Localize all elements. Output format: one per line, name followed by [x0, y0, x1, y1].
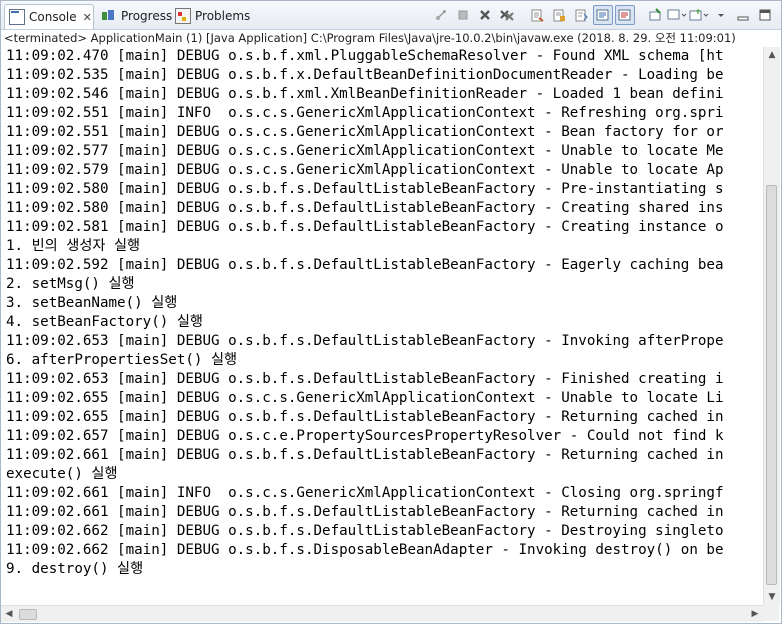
tab-progress-label: Progress: [121, 9, 173, 23]
console-line: 11:09:02.579 [main] DEBUG o.s.c.s.Generi…: [6, 162, 724, 178]
vertical-scroll-thumb[interactable]: [766, 185, 777, 585]
console-icon: [9, 9, 25, 25]
console-line: 11:09:02.655 [main] DEBUG o.s.c.s.Generi…: [6, 390, 724, 406]
display-selected-console-icon[interactable]: [667, 5, 687, 25]
console-line: 11:09:02.653 [main] DEBUG o.s.b.f.s.Defa…: [6, 371, 724, 387]
remove-all-terminated-icon[interactable]: [497, 5, 517, 25]
view-tab-bar: Console ✕ Progress Problems: [1, 1, 781, 30]
console-line: 11:09:02.551 [main] INFO o.s.c.s.Generic…: [6, 105, 724, 121]
scroll-lock-icon[interactable]: [549, 5, 569, 25]
scroll-down-icon[interactable]: ▼: [764, 589, 780, 605]
console-line: 11:09:02.661 [main] INFO o.s.c.s.Generic…: [6, 485, 724, 501]
console-line: 11:09:02.653 [main] DEBUG o.s.b.f.s.Defa…: [6, 333, 724, 349]
console-line: 3. setBeanName() 실행: [6, 295, 178, 311]
console-line: 11:09:02.592 [main] DEBUG o.s.b.f.s.Defa…: [6, 257, 724, 273]
console-line: 11:09:02.662 [main] DEBUG o.s.b.f.s.Defa…: [6, 523, 724, 539]
console-line: 11:09:02.581 [main] DEBUG o.s.b.f.s.Defa…: [6, 219, 724, 235]
tab-problems-label: Problems: [195, 9, 251, 23]
vertical-scrollbar[interactable]: ▲ ▼: [763, 47, 780, 605]
open-console-icon[interactable]: [689, 5, 709, 25]
console-toolbar: [431, 5, 775, 25]
scroll-right-icon[interactable]: ▶: [747, 606, 763, 622]
word-wrap-icon[interactable]: [571, 5, 591, 25]
remove-launch-x-icon[interactable]: [475, 5, 495, 25]
tab-console-label: Console: [29, 10, 77, 24]
console-line: 11:09:02.655 [main] DEBUG o.s.b.f.s.Defa…: [6, 409, 724, 425]
console-line: 6. afterPropertiesSet() 실행: [6, 352, 238, 368]
console-line: execute() 실행: [6, 466, 118, 482]
console-line: 11:09:02.662 [main] DEBUG o.s.b.f.s.Disp…: [6, 542, 724, 558]
process-status-line: <terminated> ApplicationMain (1) [Java A…: [4, 31, 736, 45]
show-on-stderr-icon[interactable]: [615, 5, 635, 25]
console-line: 11:09:02.657 [main] DEBUG o.s.c.e.Proper…: [6, 428, 724, 444]
console-line: 11:09:02.580 [main] DEBUG o.s.b.f.s.Defa…: [6, 200, 724, 216]
console-line: 11:09:02.580 [main] DEBUG o.s.b.f.s.Defa…: [6, 181, 724, 197]
scroll-up-icon[interactable]: ▲: [764, 47, 780, 63]
console-line: 11:09:02.661 [main] DEBUG o.s.b.f.s.Defa…: [6, 447, 724, 463]
console-line: 11:09:02.535 [main] DEBUG o.s.b.f.x.Defa…: [6, 67, 724, 83]
horizontal-scrollbar[interactable]: ◀ ▶: [1, 605, 763, 622]
close-icon[interactable]: ✕: [83, 11, 92, 24]
problems-icon: [175, 8, 191, 24]
console-line: 1. 빈의 생성자 실행: [6, 238, 141, 254]
toolbar-separator: [519, 5, 525, 25]
terminate-icon[interactable]: [453, 5, 473, 25]
console-output[interactable]: 11:09:02.470 [main] DEBUG o.s.b.f.xml.Pl…: [1, 47, 763, 605]
scrollbar-corner: [763, 605, 779, 621]
tab-problems[interactable]: Problems: [171, 4, 250, 28]
minimize-icon[interactable]: [733, 5, 753, 25]
toolbar-separator: [637, 5, 643, 25]
console-line: 2. setMsg() 실행: [6, 276, 135, 292]
progress-icon: [101, 8, 117, 24]
show-on-stdout-icon[interactable]: [593, 5, 613, 25]
tab-progress[interactable]: Progress: [97, 4, 172, 28]
console-line: 11:09:02.551 [main] DEBUG o.s.c.s.Generi…: [6, 124, 724, 140]
pin-console-icon[interactable]: [645, 5, 665, 25]
console-line: 9. destroy() 실행: [6, 561, 144, 577]
clear-console-icon[interactable]: [527, 5, 547, 25]
console-line: 11:09:02.577 [main] DEBUG o.s.c.s.Generi…: [6, 143, 724, 159]
scroll-left-icon[interactable]: ◀: [1, 606, 17, 622]
console-view: Console ✕ Progress Problems <terminated>…: [0, 0, 782, 624]
console-line: 11:09:02.546 [main] DEBUG o.s.b.f.xml.Xm…: [6, 86, 724, 102]
maximize-icon[interactable]: [755, 5, 775, 25]
tab-console[interactable]: Console ✕: [4, 4, 94, 29]
remove-launch-icon[interactable]: [431, 5, 451, 25]
console-line: 11:09:02.470 [main] DEBUG o.s.b.f.xml.Pl…: [6, 48, 724, 64]
console-line: 11:09:02.661 [main] DEBUG o.s.b.f.s.Defa…: [6, 504, 724, 520]
console-line: 4. setBeanFactory() 실행: [6, 314, 203, 330]
view-menu-icon[interactable]: [711, 5, 731, 25]
horizontal-scroll-thumb[interactable]: [19, 609, 37, 620]
